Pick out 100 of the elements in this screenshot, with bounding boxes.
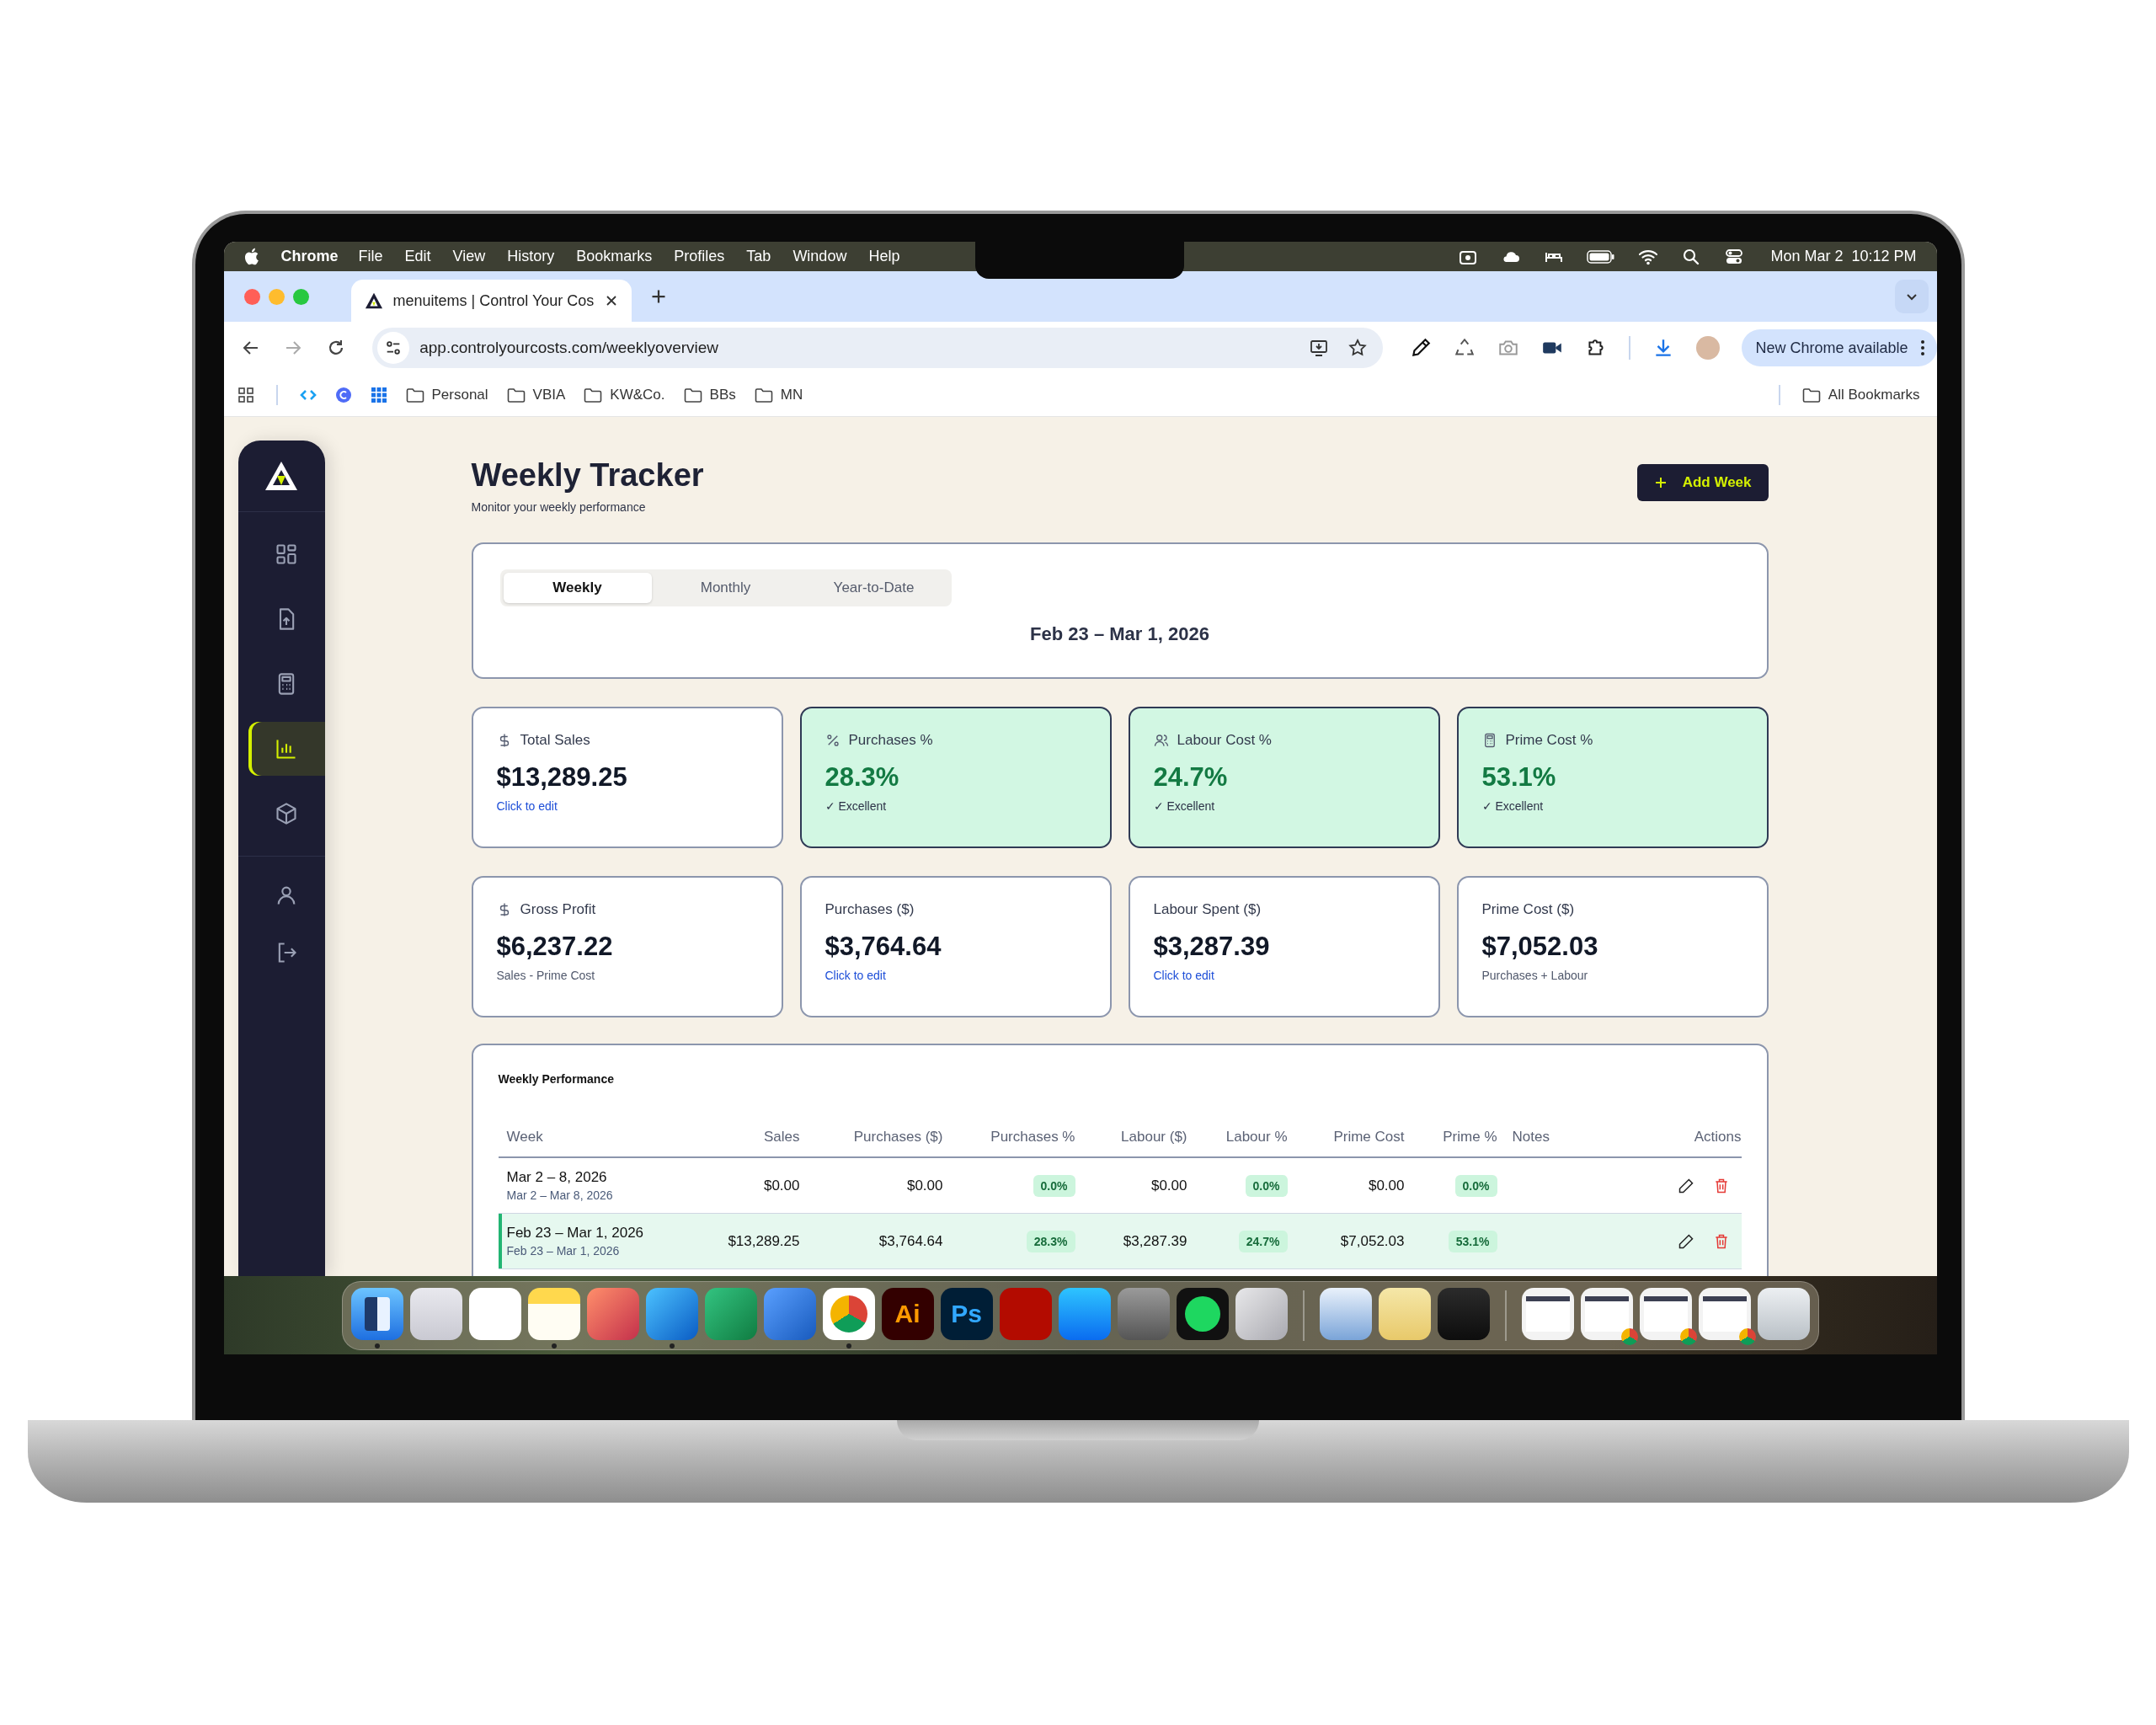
all-bookmarks-button[interactable]: All Bookmarks [1801, 387, 1920, 403]
metric-value: $3,287.39 [1153, 932, 1270, 962]
app-icon[interactable] [1235, 1288, 1288, 1340]
menu-item[interactable]: Chrome [280, 248, 339, 265]
column-header: Labour % [1225, 1129, 1288, 1146]
page-subtitle: Monitor your weekly performance [471, 500, 647, 514]
week-label: Mar 2 – 8, 2026 [506, 1169, 608, 1186]
battery-icon[interactable] [1587, 248, 1616, 264]
edit-link[interactable]: Click to edit [825, 969, 886, 982]
dropper-icon[interactable] [1410, 337, 1433, 359]
week-dates: Feb 23 – Mar 1, 2026 [506, 1244, 621, 1258]
app-icon[interactable] [527, 1288, 580, 1340]
bookmark-folder[interactable]: MN [754, 387, 803, 403]
app-icon[interactable] [822, 1288, 875, 1340]
plus-icon[interactable] [1653, 476, 1668, 489]
app-icon[interactable] [1319, 1288, 1372, 1340]
percent-badge: 0.0% [1033, 1174, 1075, 1197]
app-icon[interactable]: Ai [881, 1288, 934, 1340]
dashboard-icon[interactable] [275, 542, 298, 566]
menu-item[interactable]: Bookmarks [576, 248, 653, 265]
cube-icon[interactable] [275, 802, 298, 825]
percent-badge: 0.0% [1245, 1174, 1288, 1197]
metric-value: $6,237.22 [496, 932, 613, 962]
table-row[interactable]: Feb 23 – Mar 1, 2026 Feb 23 – Mar 1, 2026 $13,289.25 $3,764.64 28.3% $3,287.39 24.7% $7,052.03 53.1% [498, 1214, 1742, 1269]
edit-link[interactable]: Click to edit [1153, 969, 1214, 982]
apps-grid-icon[interactable] [237, 387, 254, 403]
bookmark-folder[interactable]: KW&Co. [584, 387, 665, 403]
kebab-menu-icon[interactable] [1919, 339, 1925, 356]
metric-card[interactable]: Purchases ($) $3,764.64 Click to edit [799, 876, 1112, 1017]
metric-card[interactable]: Total Sales $13,289.25 Click to edit [471, 707, 783, 848]
table-cell-text: $0.00 [762, 1177, 800, 1194]
edit-link[interactable]: Click to edit [496, 799, 558, 813]
period-tab[interactable]: Monthly [651, 573, 800, 603]
table-cell-text: $7,052.03 [1339, 1232, 1405, 1250]
menu-item[interactable]: File [358, 248, 383, 265]
bookmark-folder[interactable]: VBIA [506, 387, 566, 403]
column-header: Purchases % [990, 1129, 1075, 1146]
bookmark-folder[interactable]: Personal [405, 387, 488, 403]
menu-item[interactable]: Profiles [674, 248, 725, 265]
metric-card[interactable]: Prime Cost ($) $7,052.03 Purchases + Labour [1456, 876, 1769, 1017]
bookmark-folder[interactable]: BBs [683, 387, 736, 403]
site-settings-button[interactable] [377, 332, 410, 364]
update-button[interactable]: New Chrome available [1742, 329, 1937, 366]
menu-item[interactable]: Window [792, 248, 847, 265]
column-header: Prime Cost [1332, 1129, 1405, 1146]
app-icon[interactable] [1378, 1288, 1431, 1340]
install-icon[interactable] [1309, 338, 1330, 358]
percent-badge: 0.0% [1454, 1174, 1497, 1197]
metric-label: Gross Profit [520, 901, 596, 918]
menu-bar-clock[interactable]: Mon Mar 2 10:12 PM [1770, 248, 1917, 265]
folder-icon [506, 387, 526, 403]
grid-icon[interactable] [370, 387, 387, 403]
edit-icon[interactable] [1677, 1177, 1694, 1194]
app-icon[interactable]: Ps [940, 1288, 993, 1340]
address-bar[interactable]: app.controlyourcosts.com/weeklyoverview [372, 328, 1384, 368]
menu-item[interactable]: Tab [746, 248, 771, 265]
metric-label: Purchases % [848, 732, 933, 749]
metric-label: Total Sales [520, 732, 590, 749]
menu-item[interactable]: Edit [404, 248, 431, 265]
app-icon[interactable] [1521, 1288, 1574, 1340]
metric-value: $3,764.64 [825, 932, 942, 962]
app-icon[interactable] [468, 1288, 521, 1340]
metric-card[interactable]: Labour Spent ($) $3,287.39 Click to edit [1128, 876, 1440, 1017]
app-icon[interactable] [350, 1288, 403, 1340]
metric-label: Prime Cost % [1505, 732, 1593, 749]
folder-icon [683, 387, 702, 403]
browser-tab[interactable]: menuitems | Control Your Cos [350, 280, 632, 322]
period-tab[interactable]: Year-to-Date [799, 573, 948, 603]
menu-item[interactable]: History [507, 248, 555, 265]
menu-item[interactable]: Help [868, 248, 900, 265]
metric-value: 28.3% [825, 762, 899, 793]
add-week-button[interactable]: Add Week [1636, 464, 1769, 501]
column-header: Prime % [1442, 1129, 1497, 1146]
logo-icon[interactable] [264, 461, 298, 491]
sidebar-nav-item[interactable] [248, 722, 325, 776]
app-icon[interactable] [1698, 1288, 1751, 1340]
users-icon [1153, 733, 1169, 748]
metric-card[interactable]: Prime Cost % 53.1% ✓ Excellent [1456, 707, 1769, 848]
percent-badge: 28.3% [1026, 1230, 1075, 1252]
metric-card[interactable]: Gross Profit $6,237.22 Sales - Prime Cost [471, 876, 783, 1017]
period-tab[interactable]: Weekly [503, 573, 652, 603]
metric-card[interactable]: Labour Cost % 24.7% ✓ Excellent [1128, 707, 1440, 848]
table-cell-text: $0.00 [1150, 1177, 1187, 1194]
app-icon[interactable] [1580, 1288, 1633, 1340]
metric-card[interactable]: Purchases % 28.3% ✓ Excellent [799, 707, 1112, 848]
menu-item[interactable]: View [452, 248, 486, 265]
metric-note: ✓ Excellent [1481, 799, 1544, 813]
app-icon[interactable] [1639, 1288, 1692, 1340]
metric-label: Purchases ($) [825, 901, 915, 918]
section-title: Weekly Performance [498, 1072, 615, 1086]
metric-label: Prime Cost ($) [1481, 901, 1575, 918]
app-icon[interactable] [1757, 1288, 1810, 1340]
percent-icon [825, 733, 841, 748]
folder-icon [1801, 387, 1821, 403]
close-icon[interactable] [604, 294, 618, 307]
edit-icon[interactable] [1677, 1232, 1694, 1250]
star-icon[interactable] [1348, 338, 1369, 358]
column-header: Actions [1693, 1129, 1742, 1146]
circle-logo-icon[interactable] [334, 387, 352, 403]
app-icon[interactable] [1176, 1288, 1229, 1340]
